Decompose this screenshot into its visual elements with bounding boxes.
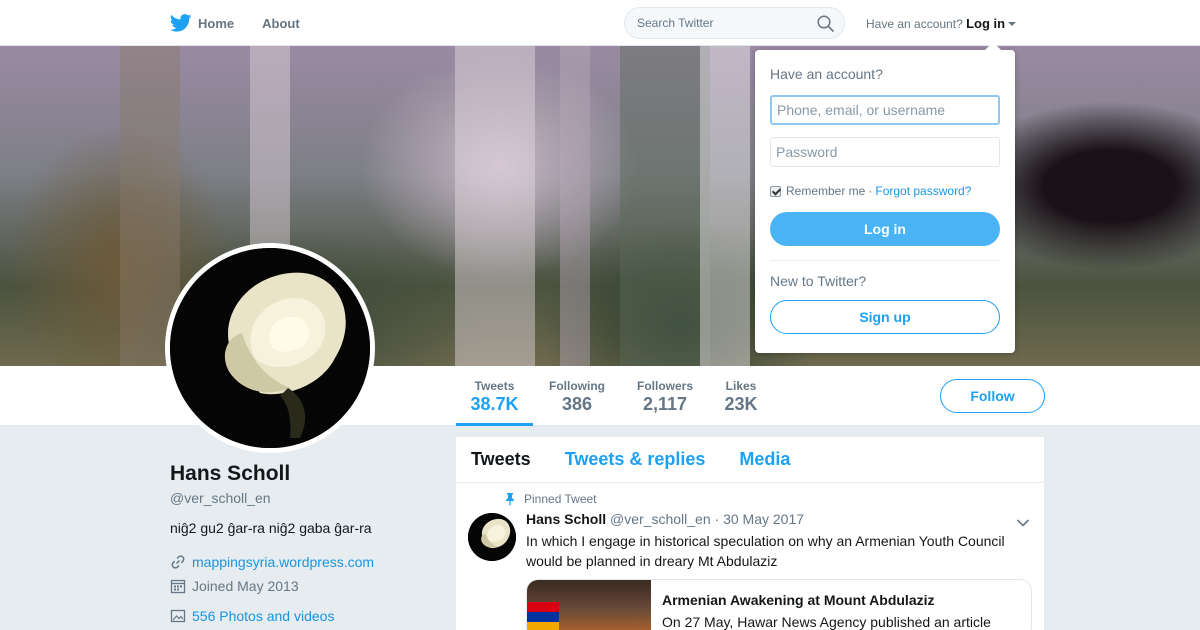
website-link[interactable]: mappingsyria.wordpress.com xyxy=(192,554,374,570)
tweet-date[interactable]: · 30 May 2017 xyxy=(715,511,805,527)
profile-info: Hans Scholl @ver_scholl_en niĝ2 gu2 ĝar-… xyxy=(170,462,430,624)
stat-label: Followers xyxy=(636,379,693,393)
tweet-handle[interactable]: @ver_scholl_en xyxy=(610,511,711,527)
white-rose-image xyxy=(170,248,370,448)
stat-followers[interactable]: Followers 2,117 xyxy=(632,366,698,426)
tab-tweets-replies[interactable]: Tweets & replies xyxy=(565,449,706,470)
tweet-text: In which I engage in historical speculat… xyxy=(526,533,1005,569)
calendar-icon xyxy=(170,579,186,594)
pinned-indicator: Pinned Tweet xyxy=(504,492,597,506)
top-navigation-bar: Home About Have an account? Log in xyxy=(0,0,1200,46)
tab-media[interactable]: Media xyxy=(739,449,790,470)
about-label: About xyxy=(262,15,300,31)
pin-icon xyxy=(506,493,514,506)
joined-text: Joined May 2013 xyxy=(192,578,299,594)
login-button[interactable]: Log in xyxy=(770,212,1000,246)
avatar-image xyxy=(170,248,370,448)
stat-value: 23K xyxy=(724,394,758,414)
account-prompt: Have an account? xyxy=(866,17,963,31)
link-card[interactable]: Armenian Awakening at Mount Abdulaziz On… xyxy=(526,579,1032,630)
profile-bio: niĝ2 gu2 ĝar-ra niĝ2 gaba ĝar-ra xyxy=(170,520,372,536)
new-to-twitter-text: New to Twitter? xyxy=(770,273,867,289)
search-icon[interactable] xyxy=(817,14,834,32)
stat-likes[interactable]: Likes 23K xyxy=(718,366,764,426)
stat-value: 2,117 xyxy=(642,394,688,414)
caret-down-icon[interactable] xyxy=(1008,22,1017,26)
timeline-tabs: Tweets Tweets & replies Media xyxy=(456,437,1044,483)
search-box[interactable] xyxy=(624,7,845,39)
stat-label: Likes xyxy=(725,379,757,393)
stat-label: Following xyxy=(549,379,605,393)
pinned-label: Pinned Tweet xyxy=(524,492,597,506)
profile-joined: Joined May 2013 xyxy=(170,578,430,594)
card-description: On 27 May, Hawar News Agency published a… xyxy=(662,614,991,630)
white-rose-image xyxy=(468,513,516,561)
profile-name[interactable]: Hans Scholl xyxy=(170,462,430,486)
profile-avatar[interactable] xyxy=(165,243,375,453)
tweet-header: Hans Scholl @ver_scholl_en · 30 May 2017 xyxy=(526,511,804,527)
login-link[interactable]: Log in xyxy=(966,16,1005,31)
card-title: Armenian Awakening at Mount Abdulaziz xyxy=(662,592,935,608)
twitter-bird-icon xyxy=(170,14,192,32)
profile-handle[interactable]: @ver_scholl_en xyxy=(170,490,430,506)
tweet-author[interactable]: Hans Scholl xyxy=(526,511,606,527)
password-field[interactable] xyxy=(770,137,1000,167)
divider xyxy=(770,260,1000,261)
about-link[interactable]: About xyxy=(262,16,300,31)
stat-tweets[interactable]: Tweets 38.7K xyxy=(456,366,533,426)
nav-left: Home About xyxy=(170,0,328,46)
remember-label[interactable]: Remember me xyxy=(786,184,865,198)
follow-button[interactable]: Follow xyxy=(940,379,1045,413)
forgot-password-link[interactable]: Forgot password? xyxy=(875,184,971,198)
link-icon xyxy=(171,555,185,569)
home-link[interactable]: Home xyxy=(170,14,234,32)
remember-checkbox[interactable] xyxy=(770,185,781,197)
armenian-flag-image xyxy=(527,602,559,630)
separator-dot: · xyxy=(868,184,873,198)
tab-tweets[interactable]: Tweets xyxy=(471,449,531,470)
signup-button[interactable]: Sign up xyxy=(770,300,1000,334)
card-thumbnail xyxy=(527,580,651,630)
remember-row: Remember me · Forgot password? xyxy=(770,184,971,198)
tweet-avatar[interactable] xyxy=(468,513,516,561)
timeline: Tweets Tweets & replies Media Pinned Twe… xyxy=(456,437,1044,630)
stat-label: Tweets xyxy=(474,379,515,393)
profile-website: mappingsyria.wordpress.com xyxy=(170,554,430,570)
profile-photos: 556 Photos and videos xyxy=(170,608,430,624)
dropdown-title: Have an account? xyxy=(770,66,883,82)
login-dropdown: Have an account? Remember me · Forgot pa… xyxy=(755,42,1015,353)
account-login-toggle[interactable]: Have an account? Log in xyxy=(866,16,1017,31)
stat-value: 38.7K xyxy=(470,394,519,414)
username-field[interactable] xyxy=(770,95,1000,125)
home-label: Home xyxy=(198,15,235,31)
photos-link[interactable]: 556 Photos and videos xyxy=(192,608,334,624)
photo-icon xyxy=(170,609,186,623)
search-input[interactable] xyxy=(637,16,807,30)
stat-following[interactable]: Following 386 xyxy=(543,366,611,426)
stat-value: 386 xyxy=(561,394,593,414)
